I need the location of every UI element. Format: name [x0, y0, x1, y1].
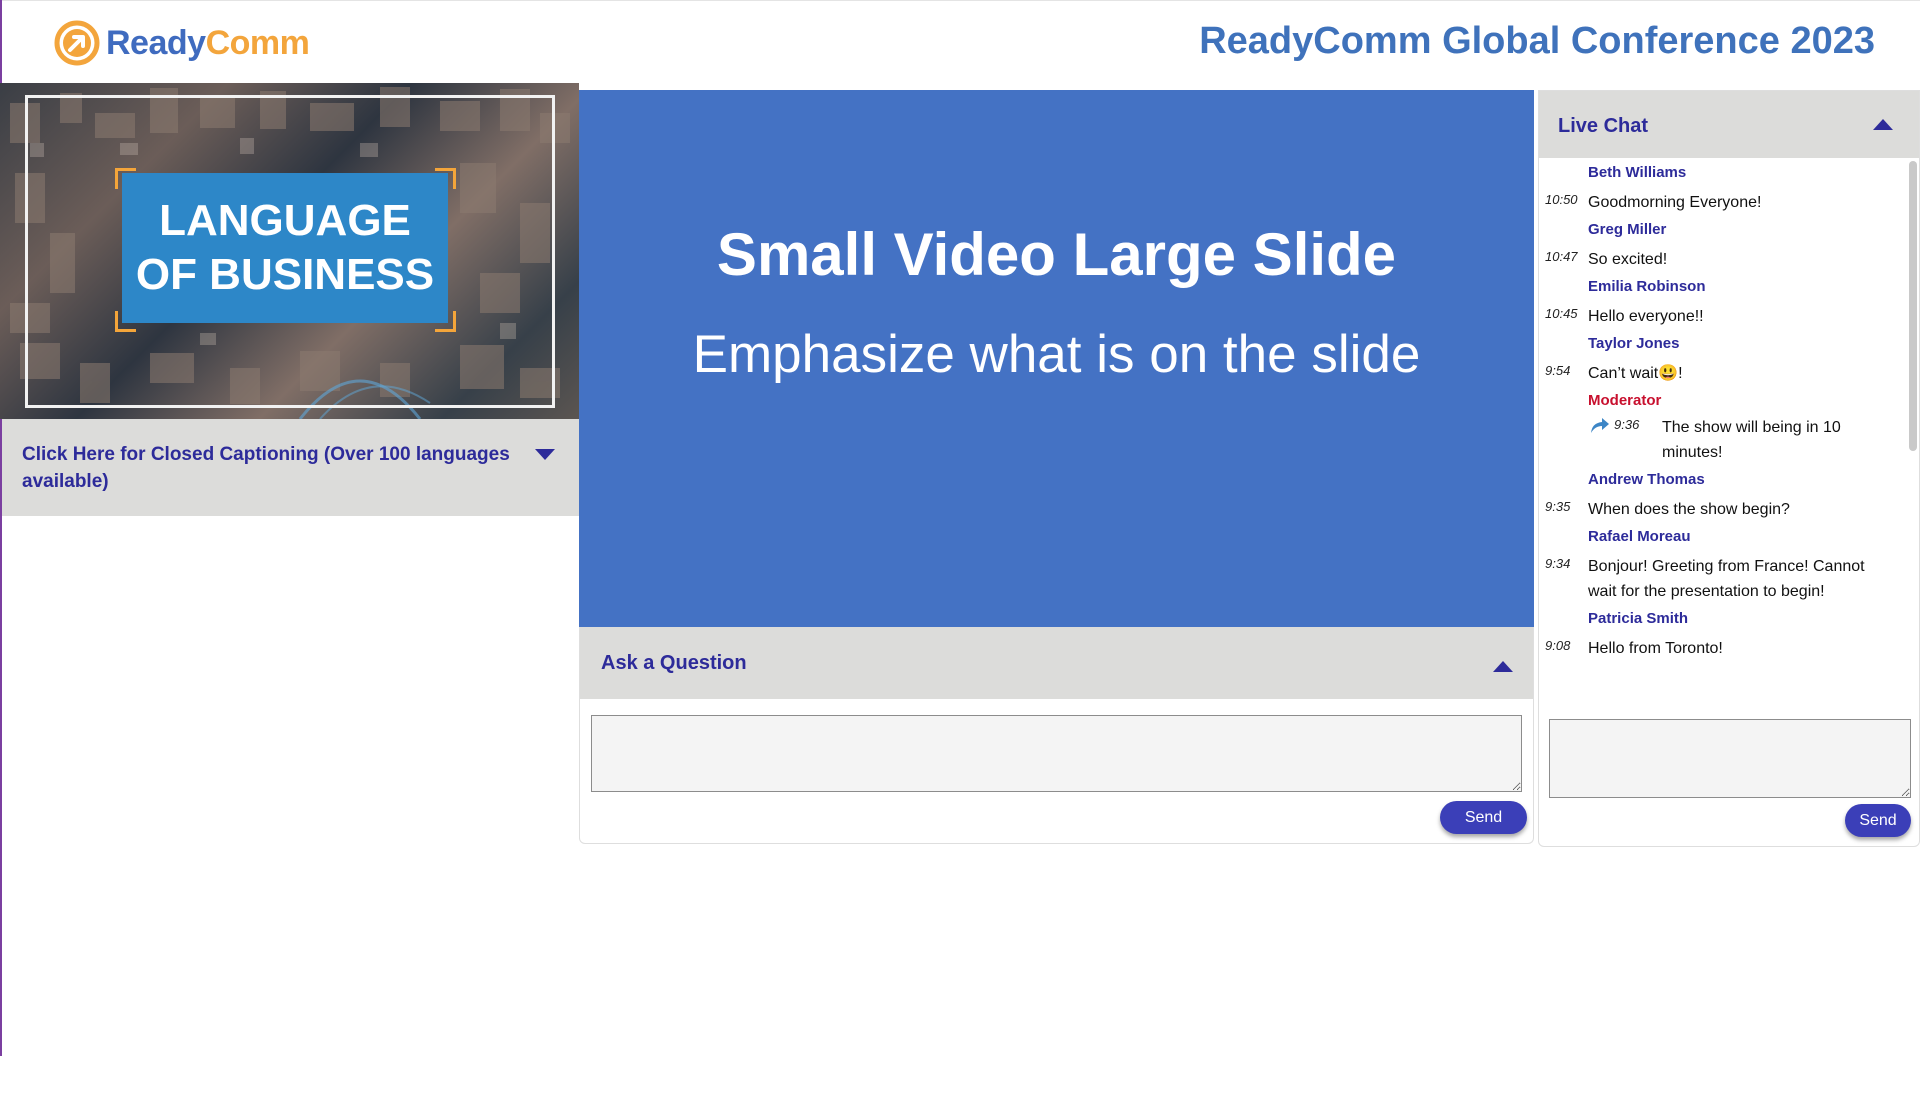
closed-captioning-label: Click Here for Closed Captioning (Over 1…	[22, 444, 510, 492]
chat-scrollbar[interactable]	[1909, 161, 1917, 451]
chat-time: 9:08	[1545, 638, 1571, 653]
slide-subtitle: Emphasize what is on the slide	[692, 325, 1421, 384]
chat-time: 9:36	[1614, 417, 1640, 432]
chat-time: 10:45	[1545, 306, 1578, 321]
video-player[interactable]: LANGUAGE OF BUSINESS	[0, 83, 579, 419]
chat-author: Beth Williams	[1588, 164, 1687, 181]
video-title-line2: OF BUSINESS	[135, 250, 435, 299]
chat-time: 9:54	[1545, 363, 1571, 378]
arrow-circle-logo-icon	[54, 20, 100, 66]
chat-message: Beth Williams 10:50 Goodmorning Everyone!	[1539, 158, 1905, 215]
caret-down-icon	[535, 449, 555, 460]
chat-author: Taylor Jones	[1588, 335, 1680, 352]
question-input[interactable]	[591, 715, 1522, 792]
video-title-line1: LANGUAGE	[159, 196, 411, 245]
chat-time: 9:35	[1545, 499, 1571, 514]
live-chat-header[interactable]: Live Chat	[1539, 91, 1919, 158]
caret-up-icon	[1493, 661, 1513, 672]
chat-author: Emilia Robinson	[1588, 278, 1706, 295]
chat-message-list[interactable]: Beth Williams 10:50 Goodmorning Everyone!…	[1539, 158, 1905, 700]
caret-up-icon	[1873, 119, 1893, 130]
ask-question-title: Ask a Question	[601, 652, 747, 674]
ask-question-panel: Ask a Question Send	[579, 627, 1534, 844]
chat-message: Rafael Moreau 9:34 Bonjour! Greeting from…	[1539, 522, 1905, 604]
chat-time: 9:34	[1545, 556, 1571, 571]
question-send-button[interactable]: Send	[1440, 801, 1527, 834]
chat-message: Taylor Jones 9:54 Can’t wait😃!	[1539, 329, 1905, 386]
slide-title: Small Video Large Slide	[716, 221, 1397, 288]
chat-message: Patricia Smith 9:08 Hello from Toronto!	[1539, 604, 1905, 661]
chat-message: Greg Miller 10:47 So excited!	[1539, 215, 1905, 272]
live-chat-title: Live Chat	[1558, 115, 1649, 137]
logo-wordmark: ReadyComm	[106, 23, 310, 63]
readycomm-logo[interactable]: ReadyComm	[54, 20, 310, 66]
chat-time: 10:50	[1545, 192, 1578, 207]
chat-author: Rafael Moreau	[1588, 528, 1691, 545]
chat-text: Bonjour! Greeting from France! Cannot wa…	[1588, 558, 1865, 600]
chat-text: Hello everyone!!	[1588, 308, 1704, 325]
top-rule	[0, 0, 1920, 1]
chat-message: Andrew Thomas 9:35 When does the show beg…	[1539, 465, 1905, 522]
presentation-slide: Small Video Large Slide Emphasize what i…	[579, 90, 1534, 627]
chat-text: So excited!	[1588, 251, 1668, 268]
logo-ready-text: Ready	[106, 23, 206, 62]
live-chat-panel: Live Chat Beth Williams 10:50 Goodmorning…	[1538, 90, 1920, 847]
conference-title: ReadyComm Global Conference 2023	[1199, 20, 1875, 62]
ask-question-header[interactable]: Ask a Question	[580, 627, 1533, 699]
chat-text: When does the show begin?	[1588, 501, 1790, 518]
reply-arrow-icon	[1591, 418, 1609, 433]
chat-text: The show will being in 10 minutes!	[1662, 419, 1841, 461]
closed-captioning-toggle[interactable]: Click Here for Closed Captioning (Over 1…	[2, 419, 579, 516]
chat-time: 10:47	[1545, 249, 1578, 264]
chat-author: Andrew Thomas	[1588, 471, 1705, 488]
chat-message: Emilia Robinson 10:45 Hello everyone!!	[1539, 272, 1905, 329]
chat-message-moderator: Moderator 9:36 The show will being in 10…	[1539, 386, 1905, 465]
chat-input[interactable]	[1549, 719, 1911, 798]
chat-author: Greg Miller	[1588, 221, 1667, 238]
chat-author: Patricia Smith	[1588, 610, 1689, 627]
chat-text: Can’t wait😃!	[1588, 365, 1683, 382]
chat-text: Hello from Toronto!	[1588, 640, 1723, 657]
video-title-card: LANGUAGE OF BUSINESS	[122, 173, 448, 323]
chat-text: Goodmorning Everyone!	[1588, 194, 1762, 211]
logo-comm-text: Comm	[205, 23, 310, 62]
chat-send-button[interactable]: Send	[1845, 804, 1911, 837]
chat-author-moderator: Moderator	[1588, 392, 1662, 409]
